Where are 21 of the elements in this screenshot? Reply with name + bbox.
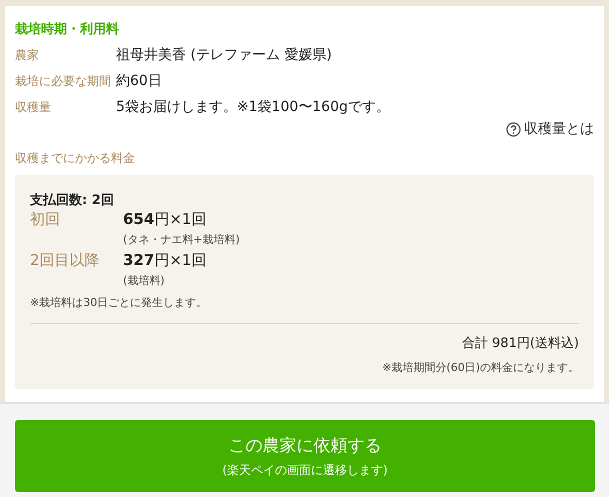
total-note: ※栽培期間分(60日)の料金になります。 [381, 360, 579, 375]
fee-note: (栽培料) [123, 273, 166, 288]
fee-footnote: ※栽培料は30日ごとに発生します。 [30, 295, 208, 310]
help-link-text[interactable]: 収穫量とは [524, 120, 594, 138]
fee-price: 654円×1回 [123, 210, 208, 229]
detail-value: 約60日 [116, 72, 162, 90]
detail-label: 収穫量 [15, 99, 52, 116]
fee-label: 初回 [30, 210, 61, 230]
help-link[interactable]: 収穫量とは [506, 120, 594, 138]
fees-label: 収穫までにかかる料金 [15, 150, 136, 167]
fee-label: 2回目以降 [30, 251, 101, 271]
detail-label: 農家 [15, 47, 40, 64]
fee-price: 327円×1回 [123, 251, 206, 270]
detail-value: 祖母井美香 (テレファーム 愛媛県) [116, 46, 332, 64]
section-title: 栽培時期・利用料 [15, 20, 120, 38]
total-price: 合計 981円(送料込) [460, 335, 579, 352]
detail-value: 5袋お届けします。※1袋100〜160gです。 [116, 98, 390, 116]
fee-note: (タネ・ナエ料+栽培料) [123, 232, 240, 247]
help-icon [506, 122, 521, 136]
detail-label: 栽培に必要な期間 [15, 73, 112, 90]
payment-count: 支払回数: 2回 [30, 192, 115, 209]
